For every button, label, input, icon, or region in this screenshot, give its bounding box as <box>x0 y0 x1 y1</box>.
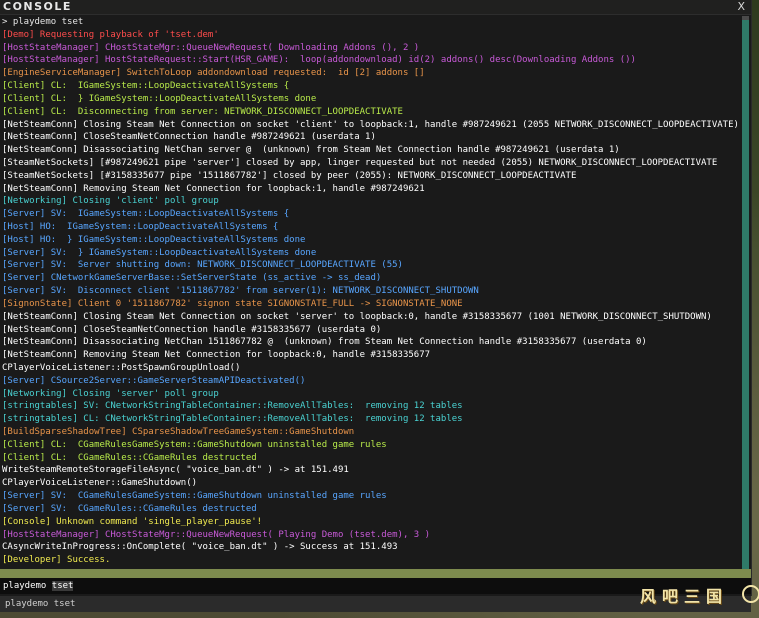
log-line: [Host] HO: IGameSystem::LoopDeactivateAl… <box>2 222 279 232</box>
log-line: [NetSteamConn] Closing Steam Net Connect… <box>2 119 739 130</box>
log-line: [Server] SV: Disconnect client '15118677… <box>2 286 479 297</box>
close-button[interactable]: X <box>737 0 745 14</box>
log-line: [Client] CL: } IGameSystem::LoopDeactiva… <box>2 93 317 104</box>
console-log: > playdemo tset [Demo] Requesting playbac… <box>2 16 740 569</box>
log-line: [NetSteamConn] Disassociating NetChan 15… <box>2 337 647 348</box>
console-titlebar[interactable]: CONSOLE X <box>0 0 751 15</box>
log-line: CPlayerVoiceListener::GameShutdown() <box>2 478 198 489</box>
watermark: 风吧三国 <box>640 587 729 606</box>
autocomplete-suggestion-text: playdemo tset <box>5 599 76 609</box>
log-line: [Server] SV: } IGameSystem::LoopDeactiva… <box>2 247 317 258</box>
log-line: [Server] SV: CGameRules::CGameRules dest… <box>2 503 257 514</box>
log-line: [NetSteamConn] CloseSteamNetConnection h… <box>2 132 376 143</box>
console-input-completion: tset <box>51 581 74 591</box>
log-line: [Client] CL: IGameSystem::LoopDeactivate… <box>2 81 290 92</box>
log-line: [EngineServiceManager] SwitchToLoop addo… <box>2 68 425 79</box>
log-line: [Server] SV: Server shutting down: NETWO… <box>2 260 403 271</box>
log-line: [Server] CNetworkGameServerBase::SetServ… <box>2 273 382 284</box>
log-line: [NetSteamConn] Closing Steam Net Connect… <box>2 311 712 322</box>
log-line: [Networking] Closing 'server' poll group <box>2 388 219 399</box>
console-window: CONSOLE X > playdemo tset [Demo] Requesti… <box>0 0 752 596</box>
log-line: [SteamNetSockets] [#3158335677 pipe '151… <box>2 170 577 181</box>
log-line: [stringtables] CL: CNetworkStringTableCo… <box>2 414 463 425</box>
autocomplete-suggestion[interactable]: playdemo tset <box>0 596 751 612</box>
log-line: [Demo] Requesting playback of 'tset.dem' <box>2 29 219 40</box>
log-scrollbar-thumb[interactable] <box>742 20 749 569</box>
log-line: [SignonState] Client 0 '1511867782' sign… <box>2 298 463 309</box>
log-line: [stringtables] SV: CNetworkStringTableCo… <box>2 401 463 412</box>
log-line: CAsyncWriteInProgress::OnComplete( "voic… <box>2 542 398 553</box>
log-line: [NetSteamConn] Disassociating NetChan se… <box>2 145 620 156</box>
log-line: [NetSteamConn] CloseSteamNetConnection h… <box>2 324 382 335</box>
log-line: [Server] SV: IGameSystem::LoopDeactivate… <box>2 209 290 220</box>
log-line: [NetSteamConn] Removing Steam Net Connec… <box>2 350 431 361</box>
log-line: [Developer] Success. <box>2 555 111 566</box>
log-line: [Client] CL: Disconnecting from server: … <box>2 106 403 117</box>
log-line: [Console] Unknown command 'single_player… <box>2 516 263 527</box>
log-line: WriteSteamRemoteStorageFileAsync( "voice… <box>2 465 349 476</box>
console-title: CONSOLE <box>3 0 72 13</box>
log-line: [Networking] Closing 'client' poll group <box>2 196 219 207</box>
log-line: [HostStateManager] CHostStateMgr::QueueN… <box>2 529 431 540</box>
log-line: CPlayerVoiceListener::PostSpawnGroupUnlo… <box>2 362 241 373</box>
log-line: [Server] CSource2Server::GameServerSteam… <box>2 375 306 386</box>
log-line: [Client] CL: CGameRules::CGameRules dest… <box>2 452 257 463</box>
log-line: [HostStateManager] CHostStateMgr::QueueN… <box>2 42 420 53</box>
console-input-field[interactable]: playdemo tset <box>0 578 751 594</box>
log-line: [HostStateManager] HostStateRequest::Sta… <box>2 55 636 66</box>
console-input-divider <box>0 569 751 578</box>
log-line: [Server] SV: CGameRulesGameSystem::GameS… <box>2 491 387 502</box>
console-input-typed: playdemo <box>3 581 52 591</box>
watermark-logo-icon <box>742 585 759 603</box>
log-line: [SteamNetSockets] [#987249621 pipe 'serv… <box>2 157 718 168</box>
log-line: > playdemo tset <box>2 17 84 27</box>
log-line: [Client] CL: CGameRulesGameSystem::GameS… <box>2 439 387 450</box>
console-input-text[interactable]: playdemo tset <box>3 578 74 594</box>
log-line: [NetSteamConn] Removing Steam Net Connec… <box>2 183 425 194</box>
log-line: [BuildSparseShadowTree] CSparseShadowTre… <box>2 427 355 437</box>
log-line: [Host] HO: } IGameSystem::LoopDeactivate… <box>2 234 306 245</box>
